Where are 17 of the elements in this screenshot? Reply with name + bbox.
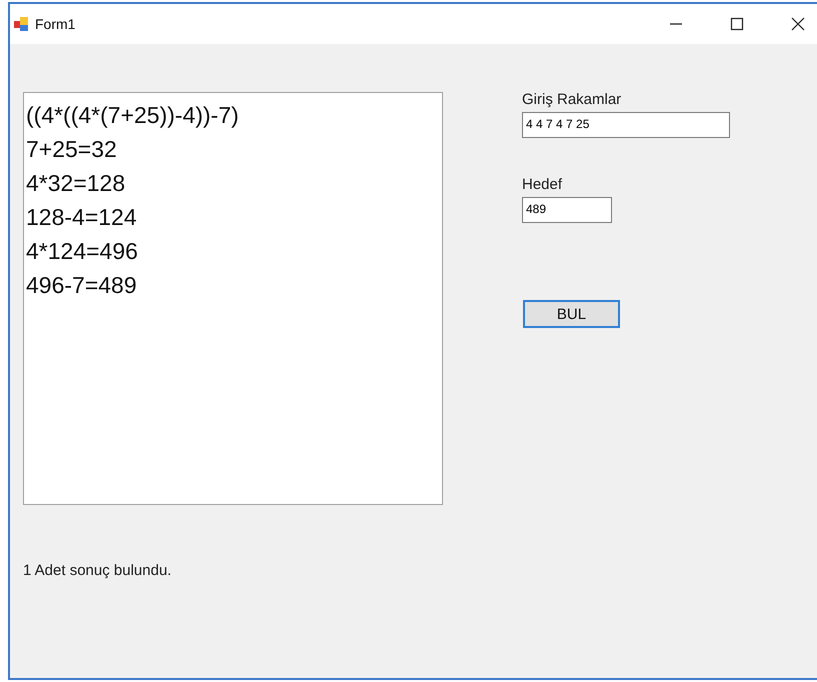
- list-item: 128-4=124: [26, 203, 138, 232]
- list-item: 496-7=489: [26, 271, 138, 300]
- list-item: 4*32=128: [26, 169, 126, 198]
- list-item: ((4*((4*(7+25))-4))-7): [26, 101, 240, 130]
- digits-field[interactable]: 4 4 7 4 7 25: [522, 112, 730, 138]
- maximize-icon[interactable]: [730, 17, 744, 31]
- window-title: Form1: [35, 16, 76, 32]
- target-label: Hedef: [522, 176, 562, 193]
- list-item: 7+25=32: [26, 135, 118, 164]
- close-icon[interactable]: [791, 17, 805, 31]
- status-text: 1 Adet sonuç bulundu.: [23, 562, 172, 579]
- result-listbox[interactable]: ((4*((4*(7+25))-4))-7) 7+25=32 4*32=128 128-4=124 4*124=496 496-7=489: [23, 92, 443, 505]
- target-field[interactable]: 489: [522, 197, 612, 223]
- digits-label: Giriş Rakamlar: [522, 91, 622, 108]
- app-icon: [13, 16, 29, 32]
- find-button[interactable]: BUL: [523, 300, 620, 328]
- list-item: 4*124=496: [26, 237, 139, 266]
